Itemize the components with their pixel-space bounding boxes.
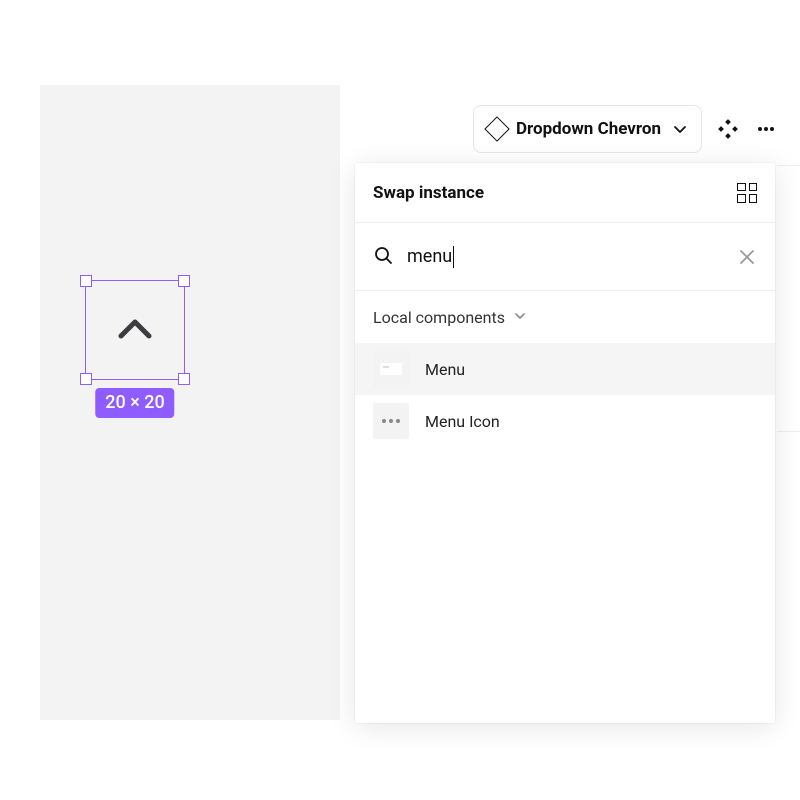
clear-search-button[interactable] — [737, 247, 757, 267]
selected-component[interactable]: 20 × 20 — [85, 280, 185, 380]
instance-name-label: Dropdown Chevron — [516, 119, 661, 139]
selection-bounding-box[interactable] — [85, 280, 185, 380]
resize-handle-top-right[interactable] — [178, 275, 190, 287]
dots-icon — [382, 419, 400, 423]
swap-instance-title: Swap instance — [373, 183, 484, 203]
more-options-icon[interactable] — [754, 117, 778, 141]
search-input[interactable]: menu — [407, 246, 723, 268]
instance-selector-button[interactable]: Dropdown Chevron — [473, 105, 702, 153]
text-caret — [453, 246, 454, 268]
search-icon — [373, 245, 393, 269]
instance-icon — [484, 116, 509, 141]
components-section-toggle[interactable]: Local components — [355, 291, 775, 343]
canvas-area[interactable]: 20 × 20 — [40, 85, 340, 720]
resize-handle-top-left[interactable] — [80, 275, 92, 287]
components-section-label: Local components — [373, 308, 505, 327]
chevron-up-icon — [113, 308, 157, 352]
selection-dimensions-badge: 20 × 20 — [95, 388, 174, 418]
component-properties-icon[interactable] — [716, 117, 740, 141]
swap-instance-search-row: menu — [355, 223, 775, 291]
chevron-down-icon — [513, 308, 527, 327]
component-toolbar: Dropdown Chevron — [473, 105, 778, 153]
component-thumbnail — [373, 403, 409, 439]
component-result-menu-icon[interactable]: Menu Icon — [355, 395, 775, 447]
side-panel-edge — [777, 165, 800, 720]
close-icon — [737, 247, 757, 267]
swap-instance-header: Swap instance — [355, 163, 775, 223]
resize-handle-bottom-right[interactable] — [178, 373, 190, 385]
component-result-label: Menu — [425, 360, 465, 379]
component-thumbnail — [373, 351, 409, 387]
swap-instance-panel: Swap instance menu Local components Menu… — [355, 163, 775, 723]
component-result-menu[interactable]: Menu — [355, 343, 775, 395]
resize-handle-bottom-left[interactable] — [80, 373, 92, 385]
chevron-down-icon — [671, 120, 689, 138]
component-result-label: Menu Icon — [425, 412, 500, 431]
search-input-value: menu — [407, 246, 452, 267]
grid-view-toggle-icon[interactable] — [737, 183, 757, 203]
